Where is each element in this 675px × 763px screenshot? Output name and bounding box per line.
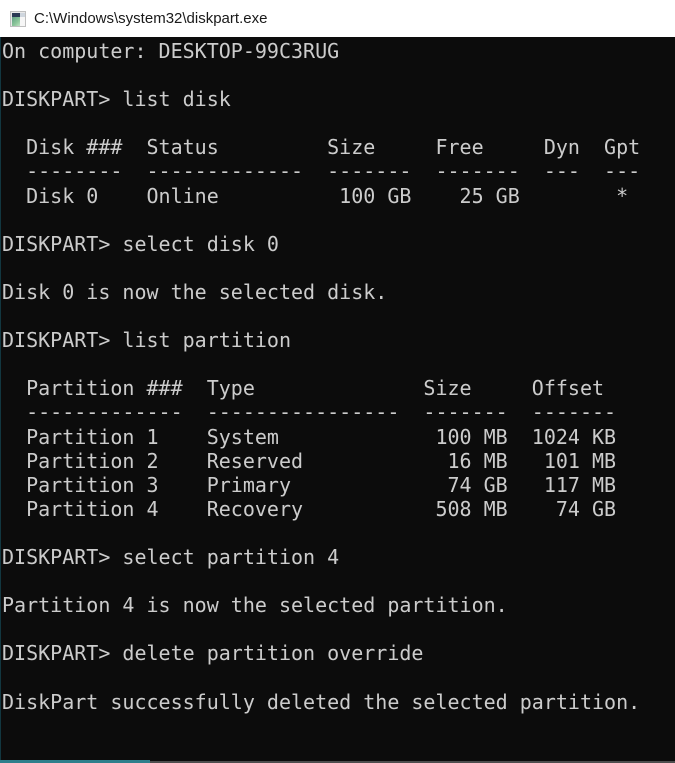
console-line: DISKPART> select disk 0 [2, 232, 675, 256]
console-line: Partition 1 System 100 MB 1024 KB [2, 425, 675, 449]
console-output: On computer: DESKTOP-99C3RUG DISKPART> li… [2, 39, 675, 738]
console-line: DISKPART> list partition [2, 328, 675, 352]
console-line: Partition ### Type Size Offset [2, 376, 675, 400]
console-line: DISKPART> delete partition override [2, 641, 675, 665]
console-line: Partition 4 is now the selected partitio… [2, 593, 675, 617]
console-line: Partition 3 Primary 74 GB 117 MB [2, 473, 675, 497]
console-line [2, 63, 675, 87]
console-line [2, 665, 675, 689]
console-line [2, 111, 675, 135]
console-line: DISKPART> select partition 4 [2, 545, 675, 569]
console-line: Partition 4 Recovery 508 MB 74 GB [2, 497, 675, 521]
console-line [2, 208, 675, 232]
console-line [2, 521, 675, 545]
title-bar[interactable]: C:\Windows\system32\diskpart.exe [0, 0, 675, 37]
prompt-line[interactable]: DISKPART> [2, 738, 675, 762]
window-border-left [0, 37, 1, 763]
console-line: DiskPart successfully deleted the select… [2, 690, 675, 714]
console-line: DISKPART> list disk [2, 87, 675, 111]
console-line: On computer: DESKTOP-99C3RUG [2, 39, 675, 63]
console-viewport[interactable]: On computer: DESKTOP-99C3RUG DISKPART> li… [0, 37, 675, 763]
console-window-icon [10, 11, 26, 27]
console-line: -------- ------------- ------- ------- -… [2, 159, 675, 183]
console-line: Disk 0 Online 100 GB 25 GB * [2, 184, 675, 208]
console-line: Partition 2 Reserved 16 MB 101 MB [2, 449, 675, 473]
console-line [2, 569, 675, 593]
console-line [2, 714, 675, 738]
console-line [2, 304, 675, 328]
console-line [2, 352, 675, 376]
console-line: Disk ### Status Size Free Dyn Gpt [2, 135, 675, 159]
console-line: ------------- ---------------- ------- -… [2, 400, 675, 424]
console-line: Disk 0 is now the selected disk. [2, 280, 675, 304]
console-line [2, 256, 675, 280]
diskpart-window: C:\Windows\system32\diskpart.exe On comp… [0, 0, 675, 763]
console-line [2, 617, 675, 641]
window-title: C:\Windows\system32\diskpart.exe [34, 10, 267, 27]
